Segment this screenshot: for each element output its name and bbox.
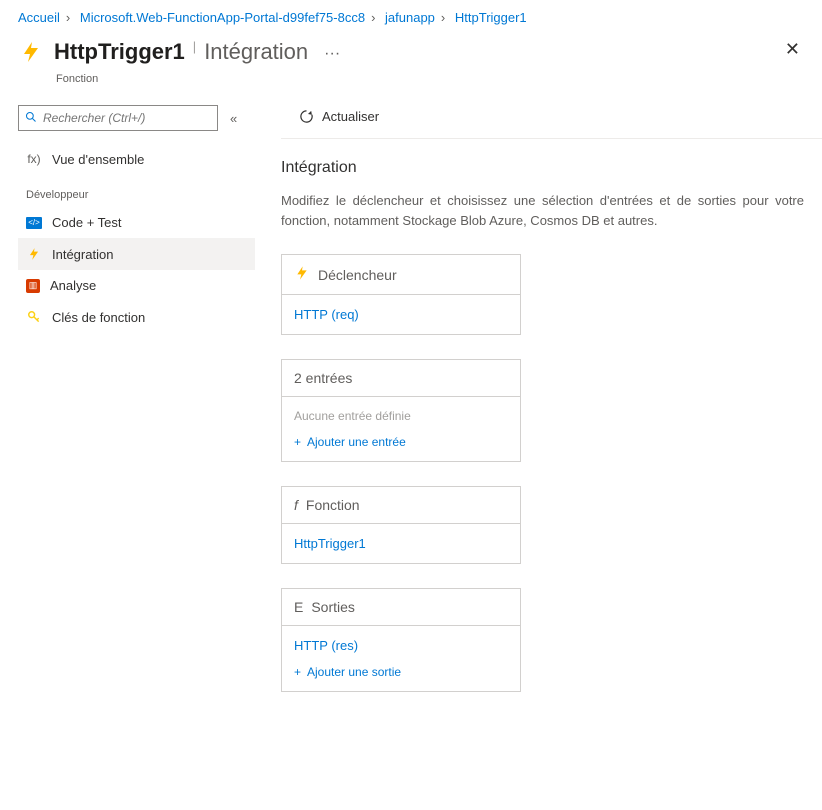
- nav-item-label: Code + Test: [52, 215, 122, 230]
- collapse-sidebar-button[interactable]: «: [230, 111, 237, 126]
- breadcrumb-item-home[interactable]: Accueil: [18, 10, 60, 25]
- inputs-card-title: 2 entrées: [294, 370, 352, 386]
- breadcrumb: Accueil › Microsoft.Web-FunctionApp-Porta…: [0, 0, 822, 31]
- plus-icon: +: [294, 665, 301, 679]
- more-button[interactable]: ···: [324, 39, 340, 69]
- breadcrumb-item-portal[interactable]: Microsoft.Web-FunctionApp-Portal-d99fef7…: [80, 10, 365, 25]
- sidebar: « fx) Vue d'ensemble Développeur </> Cod…: [0, 95, 255, 732]
- chevron-right-icon: ›: [66, 10, 70, 25]
- section-description: Modifiez le déclencheur et choisissez un…: [281, 191, 804, 230]
- inputs-card: 2 entrées Aucune entrée définie + Ajouter…: [281, 359, 521, 462]
- resource-kind-label: Fonction: [56, 73, 822, 95]
- refresh-button[interactable]: Actualiser: [293, 105, 385, 128]
- refresh-label: Actualiser: [322, 109, 379, 124]
- fx-icon: fx): [26, 151, 42, 167]
- function-card-title: Fonction: [306, 497, 360, 513]
- function-card-header: f Fonction: [282, 487, 520, 524]
- nav-item-analyse[interactable]: ▥ Analyse: [18, 270, 255, 301]
- outputs-card-header: E Sorties: [282, 589, 520, 626]
- lightning-icon: [26, 246, 42, 262]
- content-pane: Actualiser Intégration Modifiez le décle…: [255, 95, 822, 732]
- inputs-card-header: 2 entrées: [282, 360, 520, 397]
- trigger-card: Déclencheur HTTP (req): [281, 254, 521, 335]
- nav-item-label: Analyse: [50, 278, 96, 293]
- nav-item-function-keys[interactable]: Clés de fonction: [18, 301, 255, 333]
- page-title: HttpTrigger1: [54, 39, 185, 65]
- code-icon: </>: [26, 217, 42, 229]
- search-input[interactable]: [43, 111, 211, 125]
- nav-item-code-test[interactable]: </> Code + Test: [18, 207, 255, 238]
- add-input-button[interactable]: + Ajouter une entrée: [294, 435, 508, 449]
- section-heading: Intégration: [281, 159, 804, 177]
- add-input-label: Ajouter une entrée: [307, 435, 406, 449]
- nav-item-overview[interactable]: fx) Vue d'ensemble: [18, 143, 255, 175]
- add-output-label: Ajouter une sortie: [307, 665, 401, 679]
- toolbar: Actualiser: [281, 95, 822, 139]
- page-subtitle: Intégration: [204, 39, 308, 65]
- chevron-right-icon: ›: [441, 10, 445, 25]
- chevron-right-icon: ›: [371, 10, 375, 25]
- plus-icon: +: [294, 435, 301, 449]
- nav-item-integration[interactable]: Intégration: [18, 238, 255, 270]
- function-card: f Fonction HttpTrigger1: [281, 486, 521, 564]
- breadcrumb-item-function[interactable]: HttpTrigger1: [455, 10, 527, 25]
- nav-section-developer: Développeur: [26, 189, 255, 201]
- search-box[interactable]: [18, 105, 218, 131]
- outputs-icon: E: [294, 599, 303, 615]
- outputs-card-title: Sorties: [311, 599, 355, 615]
- function-icon: f: [294, 497, 298, 513]
- key-icon: [26, 309, 42, 325]
- integration-section: Intégration Modifiez le déclencheur et c…: [281, 139, 822, 230]
- search-icon: [25, 111, 37, 126]
- chart-icon: ▥: [26, 279, 40, 293]
- outputs-card: E Sorties HTTP (res) + Ajouter une sortie: [281, 588, 521, 692]
- nav-item-label: Intégration: [52, 247, 113, 262]
- close-button[interactable]: ✕: [785, 39, 804, 60]
- trigger-card-title: Déclencheur: [318, 267, 397, 283]
- lightning-icon: [18, 39, 44, 65]
- lightning-icon: [294, 265, 310, 284]
- nav-item-label: Clés de fonction: [52, 310, 145, 325]
- nav-item-label: Vue d'ensemble: [52, 152, 144, 167]
- trigger-card-header: Déclencheur: [282, 255, 520, 295]
- function-link[interactable]: HttpTrigger1: [294, 536, 366, 551]
- add-output-button[interactable]: + Ajouter une sortie: [294, 665, 508, 679]
- refresh-icon: [299, 109, 314, 124]
- output-link[interactable]: HTTP (res): [294, 638, 358, 653]
- breadcrumb-item-app[interactable]: jafunapp: [385, 10, 435, 25]
- title-separator: |: [193, 39, 196, 54]
- trigger-link[interactable]: HTTP (req): [294, 307, 359, 322]
- inputs-none-label: Aucune entrée définie: [294, 409, 508, 423]
